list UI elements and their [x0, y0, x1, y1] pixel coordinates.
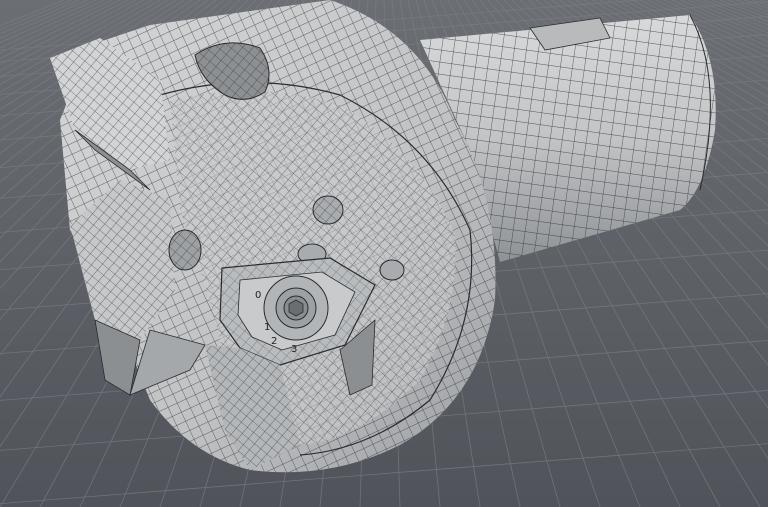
side-hole — [379, 259, 405, 281]
insert-mark-0: 0 — [255, 290, 261, 301]
3d-viewport[interactable]: 0 1 2 3 — [0, 0, 768, 507]
coolant-hole-upper — [312, 195, 344, 225]
insert-mark-1: 1 — [264, 322, 270, 333]
viewport-canvas[interactable]: 0 1 2 3 — [0, 0, 768, 507]
coolant-hole-center — [168, 229, 202, 271]
insert-mark-2: 2 — [271, 336, 277, 347]
insert-screw[interactable] — [283, 295, 309, 321]
insert-mark-3: 3 — [291, 344, 297, 355]
